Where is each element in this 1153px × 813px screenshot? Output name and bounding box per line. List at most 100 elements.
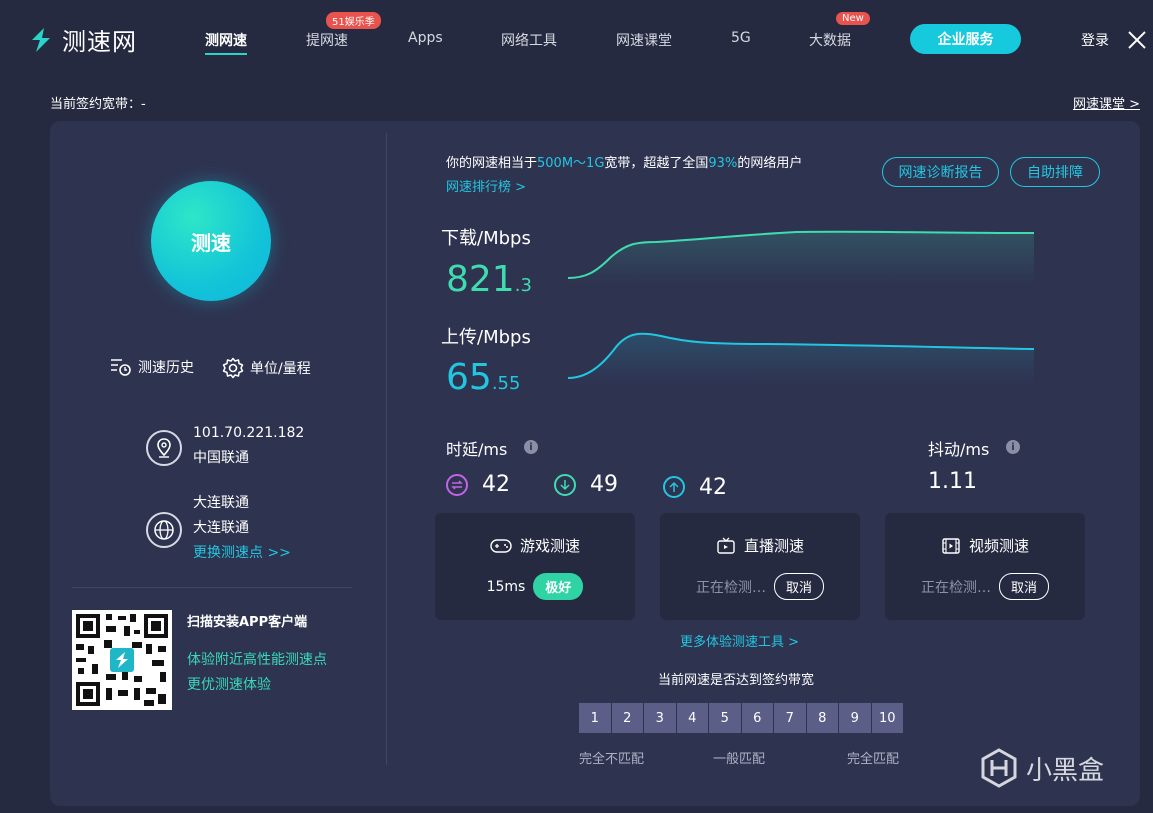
live-test-title: 直播测速 (743, 537, 804, 555)
enterprise-button[interactable]: 企业服务 (910, 24, 1021, 54)
scale-low-label: 完全不匹配 (579, 752, 645, 767)
watermark: 小黑盒 (980, 748, 1104, 788)
match-title: 当前网速是否达到签约带宽 (658, 673, 815, 688)
latency-down-icon (554, 474, 576, 496)
summary-suffix: 的网络用户 (737, 156, 803, 171)
game-test-title: 游戏测速 (519, 537, 580, 555)
scale-cell: 4 (676, 703, 708, 733)
site-logo[interactable]: 测速网 (26, 22, 137, 57)
app-download-title: 扫描安装APP客户端 (187, 615, 308, 630)
game-test-value: 15ms (486, 578, 526, 595)
unit-range-label: 单位/量程 (250, 361, 311, 377)
latency-up-icon (663, 476, 685, 498)
latency-idle-icon (446, 474, 468, 496)
nav-apps[interactable]: Apps (408, 30, 443, 46)
scale-high-label: 完全匹配 (847, 752, 900, 767)
heybox-logo-icon (981, 748, 1017, 788)
download-int: 821 (446, 259, 515, 300)
history-button[interactable]: 测速历史 (110, 357, 194, 377)
gear-icon (222, 357, 244, 379)
film-icon (942, 537, 960, 554)
upload-speed-graph (567, 332, 1035, 384)
logo-text: 测速网 (62, 28, 137, 56)
video-cancel-button[interactable]: 取消 (998, 573, 1049, 600)
summary-range: 500M～1G (537, 156, 605, 171)
download-label: 下载/Mbps (441, 228, 531, 249)
vertical-divider (386, 133, 387, 765)
nav-bigdata[interactable]: 大数据 (809, 30, 851, 50)
download-dec: .3 (514, 275, 532, 296)
nav-tools[interactable]: 网络工具 (501, 30, 557, 50)
match-scale: 1 2 3 4 5 6 7 8 9 10 (579, 703, 903, 733)
close-icon[interactable] (1127, 30, 1147, 50)
latency-down-value: 49 (590, 472, 618, 497)
horizontal-divider (72, 587, 352, 588)
diagnosis-report-button[interactable]: 网速诊断报告 (882, 157, 999, 187)
latency-idle-value: 42 (482, 472, 510, 497)
upload-int: 65 (446, 357, 492, 398)
nav-boost-badge: 51娱乐季 (326, 12, 381, 29)
app-benefit-1: 体验附近高性能测速点 (187, 652, 327, 668)
watermark-text: 小黑盒 (1026, 755, 1105, 786)
app-benefit-2: 更优测速体验 (187, 677, 271, 693)
nav-boost[interactable]: 提网速 (306, 30, 348, 50)
latency-up-value: 42 (699, 475, 727, 500)
live-cancel-button[interactable]: 取消 (773, 573, 824, 600)
scale-mid-label: 一般匹配 (713, 752, 766, 767)
video-test-card[interactable]: 视频测速 正在检测… 取消 (885, 513, 1085, 620)
scale-cell: 3 (644, 703, 676, 733)
speed-ranking-link[interactable]: 网速排行榜 > (446, 176, 526, 195)
logo-icon (32, 27, 50, 52)
nav-5g[interactable]: 5G (731, 30, 751, 46)
scale-cell: 1 (579, 703, 611, 733)
globe-icon (146, 512, 182, 548)
ip-address: 101.70.221.182 (193, 425, 305, 441)
more-tools-link[interactable]: 更多体验测速工具 > (680, 631, 799, 650)
tv-icon (717, 537, 735, 554)
scale-cell: 2 (611, 703, 643, 733)
login-link[interactable]: 登录 (1081, 30, 1109, 50)
game-test-grade: 极好 (533, 573, 584, 600)
unit-range-button[interactable]: 单位/量程 (222, 357, 311, 379)
upload-value: 65.55 (446, 358, 520, 404)
video-test-title: 视频测速 (968, 537, 1029, 555)
history-label: 测速历史 (138, 360, 194, 376)
start-test-button[interactable]: 测速 (151, 181, 271, 301)
download-value: 821.3 (446, 260, 532, 306)
location-pin-icon (146, 430, 182, 466)
scale-cell: 6 (741, 703, 773, 733)
game-test-card[interactable]: 游戏测速 15ms 极好 (435, 513, 635, 620)
speed-summary: 你的网速相当于500M～1G宽带，超越了全国93%的网络用户 (446, 152, 802, 171)
scale-cell: 5 (709, 703, 741, 733)
scale-cell: 10 (871, 703, 903, 733)
self-troubleshoot-button[interactable]: 自助排障 (1010, 157, 1100, 187)
jitter-label: 抖动/ms (928, 440, 990, 459)
isp-name: 中国联通 (193, 450, 249, 466)
jitter-info-icon[interactable]: i (1006, 440, 1020, 454)
nav-bigdata-badge: New (836, 12, 870, 25)
video-test-status: 正在检测… (920, 579, 991, 596)
scale-cell: 9 (839, 703, 871, 733)
server-name-1: 大连联通 (193, 495, 249, 511)
switch-server-link[interactable]: 更换测速点 >> (193, 542, 291, 562)
live-test-card[interactable]: 直播测速 正在检测… 取消 (660, 513, 860, 620)
app-qr-code (72, 610, 172, 710)
scale-cell: 7 (774, 703, 806, 733)
server-name-2: 大连联通 (193, 520, 249, 536)
scale-cell: 8 (806, 703, 838, 733)
nav-speedtest[interactable]: 测网速 (205, 30, 247, 55)
summary-mid: 宽带，超越了全国 (604, 156, 709, 171)
speed-course-link[interactable]: 网速课堂 > (1073, 93, 1140, 112)
contract-bandwidth-label: 当前签约宽带：- (50, 97, 146, 112)
download-speed-graph (567, 230, 1035, 284)
summary-prefix: 你的网速相当于 (446, 156, 538, 171)
upload-dec: .55 (491, 373, 521, 394)
live-test-status: 正在检测… (695, 579, 766, 596)
latency-label: 时延/ms (446, 440, 508, 459)
history-icon (111, 359, 131, 376)
gamepad-icon (490, 538, 512, 553)
nav-course[interactable]: 网速课堂 (616, 30, 672, 50)
latency-info-icon[interactable]: i (524, 440, 538, 454)
jitter-value: 1.11 (928, 469, 977, 494)
summary-percent: 93% (708, 156, 738, 171)
